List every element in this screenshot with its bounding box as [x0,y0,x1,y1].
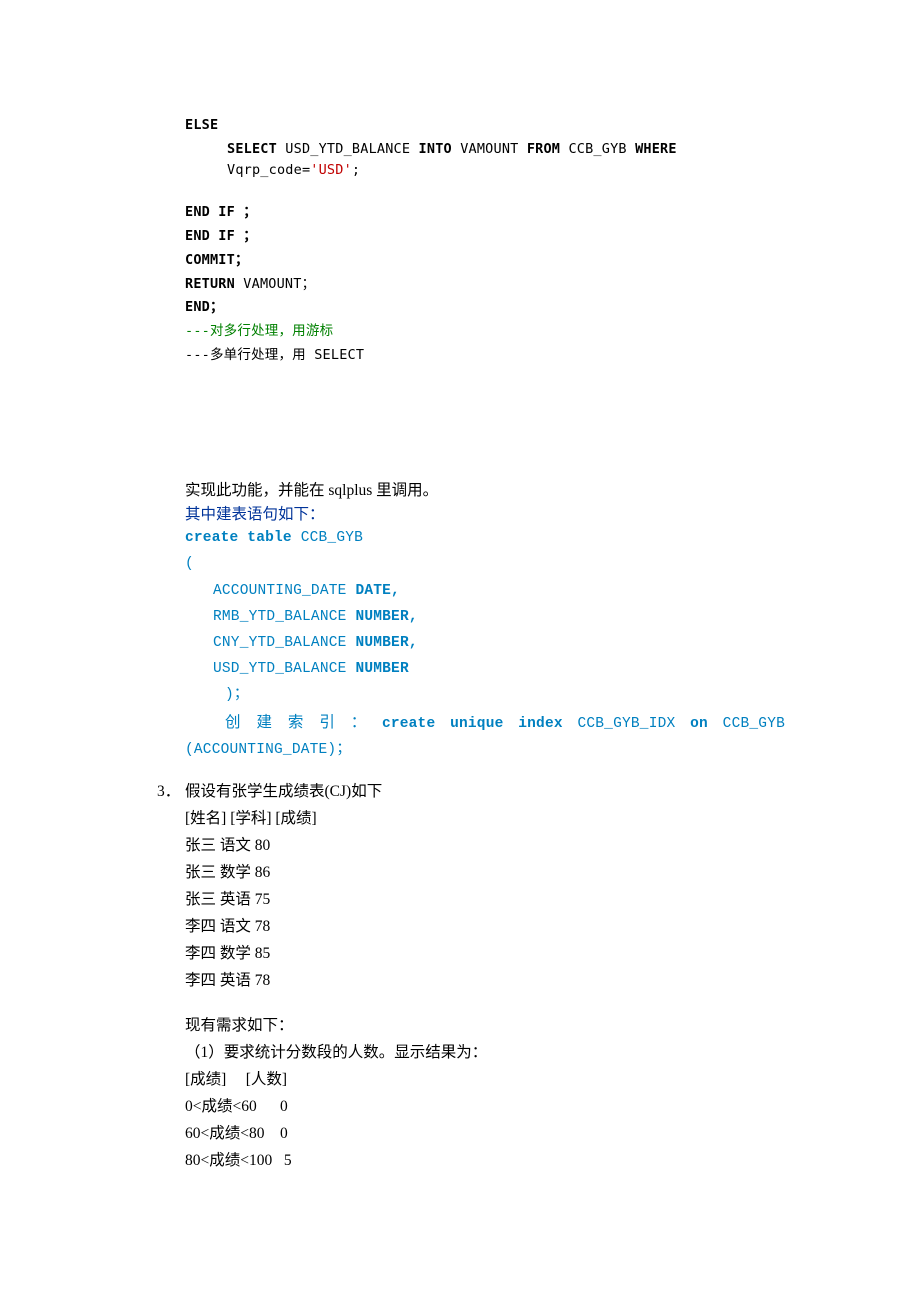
q3-line: [成绩] [人数] [185,1068,785,1092]
col: CNY_YTD_BALANCE [213,635,355,651]
kw-into: INTO [419,141,461,157]
code-line: RETURN VAMOUNT； [185,274,785,295]
ddl-line: ( [185,553,785,576]
q3-line: 张三 数学 86 [185,861,785,885]
code-line: ELSE [185,115,785,136]
type: NUMBER, [355,635,417,651]
q3-line: 现有需求如下： [185,1014,785,1038]
q3-line: 80<成绩<100 5 [185,1149,785,1173]
code-line: END； [185,297,785,318]
col: ACCOUNTING_DATE [213,583,355,599]
col: USD_YTD_BALANCE [213,661,355,677]
comment-line: ---对多行处理，用游标 [185,321,785,342]
kw-from: FROM [527,141,569,157]
type: NUMBER [355,661,408,677]
ddl-line: CNY_YTD_BALANCE NUMBER, [185,632,785,655]
q3-line: 张三 英语 75 [185,888,785,912]
code-text: CCB_GYB [568,141,635,157]
ddl-line: USD_YTD_BALANCE NUMBER [185,658,785,681]
q3-line: 李四 数学 85 [185,942,785,966]
kw-return: RETURN [185,276,243,292]
q3-body: 假设有张学生成绩表(CJ)如下 [姓名] [学科] [成绩] 张三 语文 80 … [185,780,785,1176]
q3-line: 李四 语文 78 [185,915,785,939]
type: NUMBER, [355,609,417,625]
q3-line: 假设有张学生成绩表(CJ)如下 [185,780,785,804]
code-text: ; [352,162,360,178]
code-text: VAMOUNT [460,141,527,157]
kw-create-table: create table [185,530,301,546]
code-line: COMMIT； [185,250,785,271]
string-literal: 'USD' [310,162,352,178]
ddl-line: ACCOUNTING_DATE DATE, [185,580,785,603]
code-text: Vqrp_code= [227,162,310,178]
text-cn: 创 建 索 引 ： [225,714,372,731]
q3-number: 3． [157,780,185,804]
code-line: ---多单行处理，用 SELECT [185,345,785,366]
ident: CCB_GYB_IDX [563,716,690,732]
kw-on: on [690,716,708,732]
ddl-line-index: 创 建 索 引 ： create unique index CCB_GYB_ID… [185,711,785,736]
code-text: USD_YTD_BALANCE [285,141,418,157]
question-3: 3． 假设有张学生成绩表(CJ)如下 [姓名] [学科] [成绩] 张三 语文 … [185,780,785,1176]
paragraph: 其中建表语句如下： [185,503,785,527]
code-line: SELECT USD_YTD_BALANCE INTO VAMOUNT FROM… [185,139,785,181]
code-line: END IF ； [185,226,785,247]
q3-line: [姓名] [学科] [成绩] [185,807,785,831]
paragraph: 实现此功能，并能在 sqlplus 里调用。 [185,479,785,503]
kw-select: SELECT [227,141,285,157]
q3-line: （1）要求统计分数段的人数。显示结果为： [185,1041,785,1065]
q3-line: 0<成绩<60 0 [185,1095,785,1119]
ident: CCB_GYB [301,530,363,546]
kw-create-index: create unique index [382,716,563,732]
type: DATE, [355,583,400,599]
ddl-line: (ACCOUNTING_DATE)； [185,739,785,762]
ddl-block: create table CCB_GYB ( ACCOUNTING_DATE D… [185,527,785,762]
ddl-line: RMB_YTD_BALANCE NUMBER, [185,606,785,629]
ddl-line: create table CCB_GYB [185,527,785,550]
code-text: VAMOUNT； [243,276,315,292]
col: RMB_YTD_BALANCE [213,609,355,625]
code-block-1: ELSE SELECT USD_YTD_BALANCE INTO VAMOUNT… [185,115,785,366]
ddl-line: )； [185,684,785,707]
ident: CCB_GYB [708,716,785,732]
code-line: END IF ； [185,202,785,223]
kw-where: WHERE [635,141,677,157]
q3-line: 张三 语文 80 [185,834,785,858]
q3-line: 李四 英语 78 [185,969,785,993]
q3-line: 60<成绩<80 0 [185,1122,785,1146]
